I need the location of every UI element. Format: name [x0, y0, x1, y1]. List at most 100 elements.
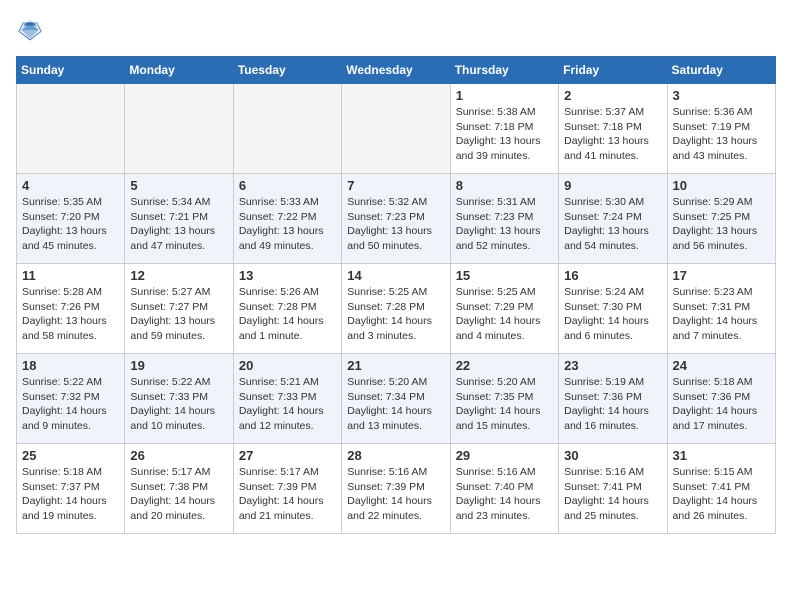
calendar-week-row: 11 Sunrise: 5:28 AM Sunset: 7:26 PM Dayli… — [17, 264, 776, 354]
day-info: Sunrise: 5:25 AM Sunset: 7:29 PM Dayligh… — [456, 285, 553, 344]
page-header — [16, 16, 776, 44]
day-info: Sunrise: 5:34 AM Sunset: 7:21 PM Dayligh… — [130, 195, 227, 254]
calendar-cell: 4 Sunrise: 5:35 AM Sunset: 7:20 PM Daylig… — [17, 174, 125, 264]
day-number: 25 — [22, 448, 119, 463]
day-info: Sunrise: 5:18 AM Sunset: 7:37 PM Dayligh… — [22, 465, 119, 524]
logo-icon — [16, 16, 44, 44]
day-number: 26 — [130, 448, 227, 463]
calendar-cell: 1 Sunrise: 5:38 AM Sunset: 7:18 PM Daylig… — [450, 84, 558, 174]
day-number: 8 — [456, 178, 553, 193]
day-number: 19 — [130, 358, 227, 373]
calendar-cell: 13 Sunrise: 5:26 AM Sunset: 7:28 PM Dayli… — [233, 264, 341, 354]
weekday-header: Friday — [559, 57, 667, 84]
day-info: Sunrise: 5:38 AM Sunset: 7:18 PM Dayligh… — [456, 105, 553, 164]
day-info: Sunrise: 5:25 AM Sunset: 7:28 PM Dayligh… — [347, 285, 444, 344]
day-info: Sunrise: 5:28 AM Sunset: 7:26 PM Dayligh… — [22, 285, 119, 344]
calendar-cell: 28Sunrise: 5:16 AM Sunset: 7:39 PM Dayli… — [342, 444, 450, 534]
day-number: 23 — [564, 358, 661, 373]
calendar-cell: 6 Sunrise: 5:33 AM Sunset: 7:22 PM Daylig… — [233, 174, 341, 264]
day-number: 30 — [564, 448, 661, 463]
calendar-cell: 8 Sunrise: 5:31 AM Sunset: 7:23 PM Daylig… — [450, 174, 558, 264]
day-info: Sunrise: 5:17 AM Sunset: 7:38 PM Dayligh… — [130, 465, 227, 524]
day-number: 31 — [673, 448, 770, 463]
calendar-cell: 16Sunrise: 5:24 AM Sunset: 7:30 PM Dayli… — [559, 264, 667, 354]
day-info: Sunrise: 5:18 AM Sunset: 7:36 PM Dayligh… — [673, 375, 770, 434]
calendar-cell: 29Sunrise: 5:16 AM Sunset: 7:40 PM Dayli… — [450, 444, 558, 534]
day-info: Sunrise: 5:37 AM Sunset: 7:18 PM Dayligh… — [564, 105, 661, 164]
calendar-week-row: 18Sunrise: 5:22 AM Sunset: 7:32 PM Dayli… — [17, 354, 776, 444]
weekday-header: Monday — [125, 57, 233, 84]
day-info: Sunrise: 5:15 AM Sunset: 7:41 PM Dayligh… — [673, 465, 770, 524]
day-info: Sunrise: 5:31 AM Sunset: 7:23 PM Dayligh… — [456, 195, 553, 254]
calendar-cell: 24 Sunrise: 5:18 AM Sunset: 7:36 PM Dayli… — [667, 354, 775, 444]
day-number: 14 — [347, 268, 444, 283]
day-info: Sunrise: 5:36 AM Sunset: 7:19 PM Dayligh… — [673, 105, 770, 164]
day-info: Sunrise: 5:32 AM Sunset: 7:23 PM Dayligh… — [347, 195, 444, 254]
calendar-cell: 31 Sunrise: 5:15 AM Sunset: 7:41 PM Dayli… — [667, 444, 775, 534]
calendar-cell: 21 Sunrise: 5:20 AM Sunset: 7:34 PM Dayli… — [342, 354, 450, 444]
day-number: 24 — [673, 358, 770, 373]
day-number: 7 — [347, 178, 444, 193]
day-info: Sunrise: 5:26 AM Sunset: 7:28 PM Dayligh… — [239, 285, 336, 344]
calendar-week-row: 25 Sunrise: 5:18 AM Sunset: 7:37 PM Dayli… — [17, 444, 776, 534]
calendar-cell: 20Sunrise: 5:21 AM Sunset: 7:33 PM Dayli… — [233, 354, 341, 444]
calendar-cell: 5Sunrise: 5:34 AM Sunset: 7:21 PM Daylig… — [125, 174, 233, 264]
day-number: 13 — [239, 268, 336, 283]
day-info: Sunrise: 5:17 AM Sunset: 7:39 PM Dayligh… — [239, 465, 336, 524]
calendar-cell: 18Sunrise: 5:22 AM Sunset: 7:32 PM Dayli… — [17, 354, 125, 444]
weekday-header: Saturday — [667, 57, 775, 84]
day-info: Sunrise: 5:16 AM Sunset: 7:41 PM Dayligh… — [564, 465, 661, 524]
day-number: 9 — [564, 178, 661, 193]
day-number: 12 — [130, 268, 227, 283]
day-info: Sunrise: 5:27 AM Sunset: 7:27 PM Dayligh… — [130, 285, 227, 344]
logo — [16, 16, 48, 44]
weekday-header: Tuesday — [233, 57, 341, 84]
calendar-cell: 19 Sunrise: 5:22 AM Sunset: 7:33 PM Dayli… — [125, 354, 233, 444]
day-info: Sunrise: 5:19 AM Sunset: 7:36 PM Dayligh… — [564, 375, 661, 434]
day-number: 6 — [239, 178, 336, 193]
day-number: 11 — [22, 268, 119, 283]
day-number: 3 — [673, 88, 770, 103]
calendar: SundayMondayTuesdayWednesdayThursdayFrid… — [16, 56, 776, 534]
calendar-cell: 10 Sunrise: 5:29 AM Sunset: 7:25 PM Dayli… — [667, 174, 775, 264]
calendar-cell — [233, 84, 341, 174]
day-number: 2 — [564, 88, 661, 103]
calendar-cell: 9 Sunrise: 5:30 AM Sunset: 7:24 PM Daylig… — [559, 174, 667, 264]
calendar-cell: 12 Sunrise: 5:27 AM Sunset: 7:27 PM Dayli… — [125, 264, 233, 354]
calendar-cell: 26 Sunrise: 5:17 AM Sunset: 7:38 PM Dayli… — [125, 444, 233, 534]
day-info: Sunrise: 5:16 AM Sunset: 7:39 PM Dayligh… — [347, 465, 444, 524]
calendar-week-row: 4 Sunrise: 5:35 AM Sunset: 7:20 PM Daylig… — [17, 174, 776, 264]
day-number: 27 — [239, 448, 336, 463]
day-number: 17 — [673, 268, 770, 283]
day-number: 22 — [456, 358, 553, 373]
weekday-header: Wednesday — [342, 57, 450, 84]
calendar-cell: 23 Sunrise: 5:19 AM Sunset: 7:36 PM Dayli… — [559, 354, 667, 444]
calendar-cell: 2 Sunrise: 5:37 AM Sunset: 7:18 PM Daylig… — [559, 84, 667, 174]
day-info: Sunrise: 5:29 AM Sunset: 7:25 PM Dayligh… — [673, 195, 770, 254]
weekday-header-row: SundayMondayTuesdayWednesdayThursdayFrid… — [17, 57, 776, 84]
calendar-cell — [125, 84, 233, 174]
calendar-cell: 27 Sunrise: 5:17 AM Sunset: 7:39 PM Dayli… — [233, 444, 341, 534]
calendar-cell — [342, 84, 450, 174]
day-number: 20 — [239, 358, 336, 373]
calendar-week-row: 1 Sunrise: 5:38 AM Sunset: 7:18 PM Daylig… — [17, 84, 776, 174]
weekday-header: Thursday — [450, 57, 558, 84]
calendar-cell: 22Sunrise: 5:20 AM Sunset: 7:35 PM Dayli… — [450, 354, 558, 444]
day-number: 18 — [22, 358, 119, 373]
calendar-cell: 25 Sunrise: 5:18 AM Sunset: 7:37 PM Dayli… — [17, 444, 125, 534]
day-info: Sunrise: 5:35 AM Sunset: 7:20 PM Dayligh… — [22, 195, 119, 254]
day-number: 10 — [673, 178, 770, 193]
day-info: Sunrise: 5:33 AM Sunset: 7:22 PM Dayligh… — [239, 195, 336, 254]
day-number: 4 — [22, 178, 119, 193]
day-number: 21 — [347, 358, 444, 373]
calendar-cell: 30 Sunrise: 5:16 AM Sunset: 7:41 PM Dayli… — [559, 444, 667, 534]
day-info: Sunrise: 5:30 AM Sunset: 7:24 PM Dayligh… — [564, 195, 661, 254]
day-info: Sunrise: 5:23 AM Sunset: 7:31 PM Dayligh… — [673, 285, 770, 344]
day-info: Sunrise: 5:22 AM Sunset: 7:33 PM Dayligh… — [130, 375, 227, 434]
calendar-cell — [17, 84, 125, 174]
calendar-cell: 17 Sunrise: 5:23 AM Sunset: 7:31 PM Dayli… — [667, 264, 775, 354]
calendar-cell: 11 Sunrise: 5:28 AM Sunset: 7:26 PM Dayli… — [17, 264, 125, 354]
day-info: Sunrise: 5:20 AM Sunset: 7:34 PM Dayligh… — [347, 375, 444, 434]
day-number: 1 — [456, 88, 553, 103]
calendar-cell: 3 Sunrise: 5:36 AM Sunset: 7:19 PM Daylig… — [667, 84, 775, 174]
